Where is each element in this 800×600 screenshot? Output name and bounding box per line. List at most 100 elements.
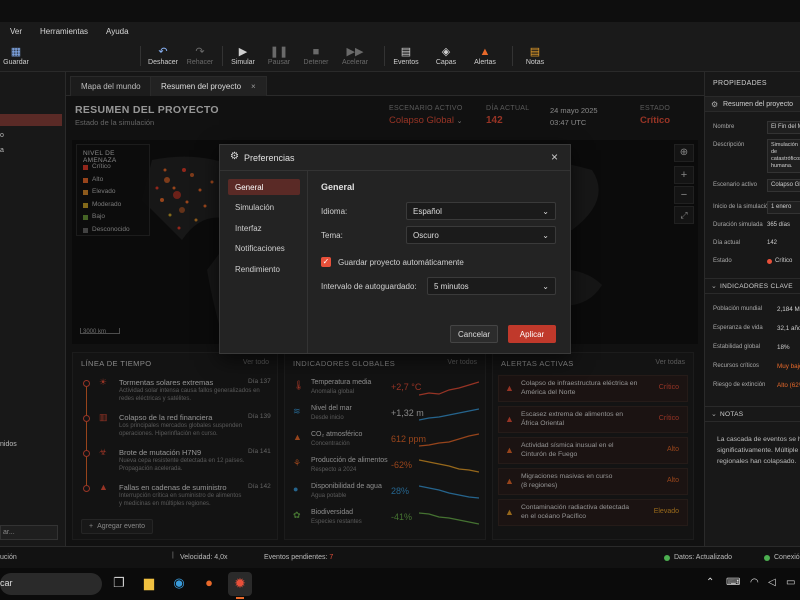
pause-button[interactable]: ❚❚ Pausar bbox=[264, 42, 294, 70]
property-label: Estado bbox=[713, 258, 732, 264]
file-explorer-icon[interactable]: ▆ bbox=[140, 575, 158, 593]
property-label: Nombre bbox=[713, 124, 735, 130]
autosave-interval-label: Intervalo de autoguardado: bbox=[321, 282, 417, 291]
key-indicator-value: 2,184 M bbox=[777, 306, 800, 313]
taskbar-search-input[interactable]: car bbox=[0, 573, 102, 595]
properties-selected-item[interactable]: ⚙ Resumen del proyecto bbox=[705, 96, 800, 112]
dialog-section-title: General bbox=[321, 182, 355, 192]
cancel-button[interactable]: Cancelar bbox=[450, 325, 498, 343]
property-input[interactable]: Colapso Global bbox=[767, 179, 800, 192]
dialog-nav-item-notificaciones[interactable]: Notificaciones bbox=[228, 241, 300, 257]
key-indicator-value: 18% bbox=[777, 344, 790, 351]
language-select[interactable]: Español ⌄ bbox=[406, 202, 556, 220]
simulate-button[interactable]: ▶ Simular bbox=[228, 42, 258, 70]
status-data: Datos: Actualizado bbox=[674, 554, 732, 561]
notes-icon: ▤ bbox=[529, 46, 541, 58]
undo-button[interactable]: ↶ Deshacer bbox=[146, 42, 180, 70]
left-panel-selected-item[interactable] bbox=[0, 114, 62, 126]
notes-button[interactable]: ▤ Notas bbox=[520, 42, 550, 70]
edge-browser-icon[interactable]: ◉ bbox=[170, 575, 188, 593]
key-indicator-value: Muy bajo bbox=[777, 363, 800, 370]
dialog-nav-divider bbox=[307, 171, 308, 353]
stop-button[interactable]: ■ Detener bbox=[300, 42, 332, 70]
app-taskbar-icon[interactable]: ✹ bbox=[228, 572, 252, 596]
key-indicator-label: Población mundial bbox=[713, 306, 763, 312]
theme-label: Tema: bbox=[321, 231, 343, 240]
left-panel-fragment: o bbox=[0, 132, 4, 139]
status-left-text: ución bbox=[0, 554, 17, 561]
left-panel-search-input[interactable]: ar... bbox=[0, 525, 58, 540]
task-view-icon[interactable]: ❐ bbox=[110, 575, 128, 593]
tab-project-summary[interactable]: Resumen del proyecto × bbox=[150, 76, 267, 96]
save-icon: ▦ bbox=[10, 46, 22, 58]
status-ok-dot bbox=[664, 555, 670, 561]
property-value: Crítico bbox=[775, 258, 793, 264]
status-bar: ución | Velocidad: 4,0x Eventos pendient… bbox=[0, 546, 800, 568]
property-value: 365 días bbox=[767, 222, 791, 228]
properties-title: PROPIEDADES bbox=[713, 80, 767, 87]
close-icon[interactable]: × bbox=[251, 82, 256, 91]
key-indicator-label: Estabilidad global bbox=[713, 344, 761, 350]
volume-icon[interactable]: ◁ bbox=[768, 577, 776, 588]
undo-icon: ↶ bbox=[158, 46, 168, 58]
tab-world-map[interactable]: Mapa del mundo bbox=[70, 76, 152, 96]
dialog-title: Preferencias bbox=[244, 153, 295, 163]
autosave-interval-select[interactable]: 5 minutos ⌄ bbox=[427, 277, 556, 295]
theme-select[interactable]: Oscuro ⌄ bbox=[406, 226, 556, 244]
key-indicator-value: 32,1 años bbox=[777, 325, 800, 332]
key-indicators-header[interactable]: ⌄ INDICADORES CLAVE bbox=[705, 278, 800, 294]
property-input[interactable]: 1 enero bbox=[767, 201, 800, 214]
close-icon[interactable]: × bbox=[551, 150, 558, 164]
events-icon: ▤ bbox=[400, 46, 412, 58]
notes-header[interactable]: ⌄ NOTAS bbox=[705, 406, 800, 422]
tab-bar: Mapa del mundo Resumen del proyecto × bbox=[66, 72, 704, 96]
property-label: Día actual bbox=[713, 240, 741, 246]
keyboard-icon[interactable]: ⌨ bbox=[726, 577, 740, 588]
events-button[interactable]: ▤ Eventos bbox=[390, 42, 422, 70]
chevron-up-icon[interactable]: ⌃ bbox=[706, 577, 714, 588]
dialog-nav-item-simulación[interactable]: Simulación bbox=[228, 200, 300, 216]
autosave-label: Guardar proyecto automáticamente bbox=[338, 258, 464, 267]
alerts-button[interactable]: ▲ Alertas bbox=[470, 42, 500, 70]
menu-ayuda[interactable]: Ayuda bbox=[106, 27, 129, 36]
properties-panel: PROPIEDADES ⚙ Resumen del proyecto Nombr… bbox=[704, 72, 800, 546]
menu-herramientas[interactable]: Herramientas bbox=[40, 27, 88, 36]
pause-icon: ❚❚ bbox=[269, 46, 289, 58]
toolbar-separator bbox=[222, 46, 223, 66]
chevron-down-icon: ⌄ bbox=[542, 206, 549, 216]
property-textarea[interactable]: Simulación de catastróficos humana. bbox=[767, 139, 800, 173]
key-indicator-label: Esperanza de vida bbox=[713, 325, 763, 331]
property-input[interactable]: El Fin del Mundo bbox=[767, 121, 800, 134]
redo-button[interactable]: ↷ Rehacer bbox=[184, 42, 216, 70]
firefox-icon[interactable]: ● bbox=[200, 575, 218, 593]
property-label: Descripción bbox=[713, 142, 745, 148]
dialog-nav-item-interfaz[interactable]: Interfaz bbox=[228, 220, 300, 236]
property-value: 142 bbox=[767, 240, 778, 246]
battery-icon[interactable]: ▭ bbox=[786, 577, 795, 588]
left-panel-fragment: nidos bbox=[0, 441, 17, 448]
menu-ver[interactable]: Ver bbox=[10, 27, 22, 36]
toolbar: ▦ Guardar ↶ Deshacer ↷ Rehacer ▶ Simular… bbox=[0, 40, 800, 72]
key-indicator-value: Alto (62%) bbox=[777, 382, 800, 389]
chevron-down-icon: ⌄ bbox=[542, 281, 549, 291]
notes-text[interactable]: La cascada de eventos se h significativa… bbox=[717, 434, 800, 467]
status-dot bbox=[767, 259, 772, 264]
redo-icon: ↷ bbox=[195, 46, 205, 58]
speed-up-button[interactable]: ▶▶ Acelerar bbox=[338, 42, 372, 70]
apply-button[interactable]: Aplicar bbox=[508, 325, 556, 343]
property-label: Inicio de la simulación bbox=[713, 204, 772, 210]
chevron-down-icon: ⌄ bbox=[711, 411, 717, 418]
dialog-nav-item-rendimiento[interactable]: Rendimiento bbox=[228, 261, 300, 277]
wifi-icon[interactable]: ◠ bbox=[750, 577, 759, 588]
layers-button[interactable]: ◈ Capas bbox=[432, 42, 460, 70]
menu-bar: Ver Herramientas Ayuda bbox=[0, 22, 800, 40]
save-button[interactable]: ▦ Guardar bbox=[2, 42, 30, 70]
fast-forward-icon: ▶▶ bbox=[346, 46, 364, 58]
autosave-checkbox[interactable]: ✓ bbox=[321, 257, 331, 267]
preferences-dialog: ⚙ Preferencias × General Simulación Interf… bbox=[219, 144, 571, 354]
property-label: Escenario activo bbox=[713, 182, 758, 188]
stop-icon: ■ bbox=[312, 46, 320, 58]
property-label: Duración simulada bbox=[713, 222, 763, 228]
window-titlebar bbox=[0, 0, 800, 22]
dialog-nav-item-general[interactable]: General bbox=[228, 179, 300, 195]
